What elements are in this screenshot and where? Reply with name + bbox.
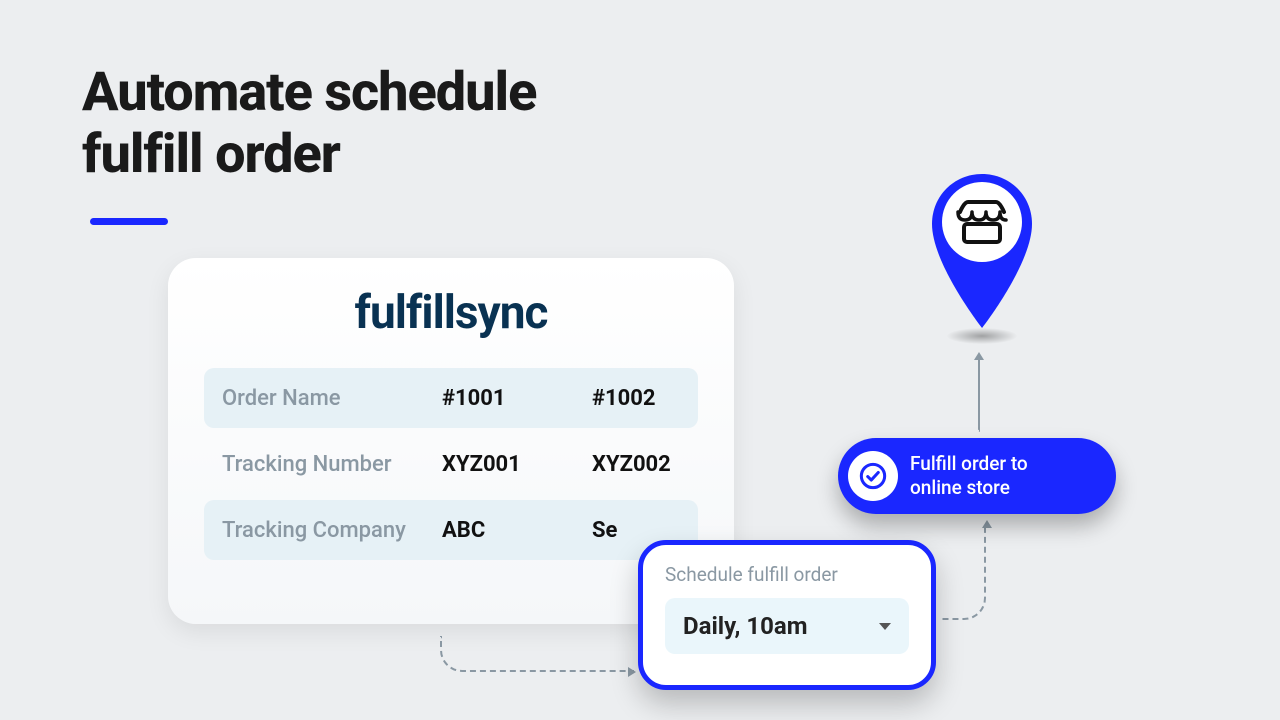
value-order-name-0: #1001 (442, 386, 592, 411)
value-tracking-number-0: XYZ001 (442, 452, 592, 477)
label-tracking-number: Tracking Number (222, 452, 442, 477)
page-title: Automate schedule fulfill order (82, 62, 536, 186)
arrowhead-icon (628, 667, 636, 677)
connector-popover-to-pill (942, 524, 986, 620)
value-order-name-1: #1002 (592, 386, 656, 411)
row-tracking-company: Tracking Company ABC Se (204, 500, 698, 560)
row-tracking-number: Tracking Number XYZ001 XYZ002 (204, 434, 698, 494)
pin-shadow (947, 328, 1017, 344)
fulfill-order-pill[interactable]: Fulfill order to online store (838, 438, 1116, 514)
arrowhead-icon (982, 520, 992, 528)
value-tracking-number-1: XYZ002 (592, 452, 671, 477)
label-tracking-company: Tracking Company (222, 518, 442, 543)
map-pin-icon (922, 168, 1042, 338)
heading-underline (90, 218, 168, 225)
fulfill-order-text: Fulfill order to online store (910, 452, 1028, 500)
brand-name: fulfillsync (204, 286, 698, 340)
row-order-name: Order Name #1001 #1002 (204, 368, 698, 428)
chevron-down-icon (879, 623, 891, 630)
value-tracking-company-0: ABC (442, 518, 592, 543)
connector-pill-to-pin (978, 356, 980, 432)
schedule-select[interactable]: Daily, 10am (665, 598, 909, 654)
connector-card-to-popover (440, 636, 634, 672)
schedule-popover: Schedule fulfill order Daily, 10am (638, 540, 936, 690)
arrowhead-icon (974, 352, 984, 360)
check-circle-icon (848, 451, 898, 501)
value-tracking-company-1: Se (592, 518, 617, 543)
schedule-label: Schedule fulfill order (665, 563, 909, 586)
label-order-name: Order Name (222, 386, 442, 411)
schedule-selected-value: Daily, 10am (683, 612, 808, 640)
store-pin (922, 168, 1042, 342)
